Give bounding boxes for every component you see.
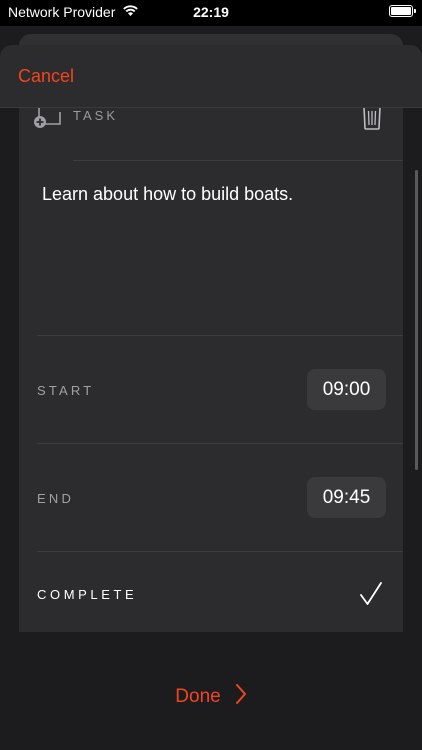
status-time: 22:19 [193, 4, 229, 20]
task-section-label: TASK [73, 108, 118, 123]
task-editor-card: TASK Learn about how to build boats. STA… [19, 100, 403, 632]
start-divider [37, 443, 403, 444]
done-button[interactable]: Done [0, 684, 422, 710]
end-label: END [37, 491, 75, 506]
task-text[interactable]: Learn about how to build boats. [42, 184, 293, 205]
cancel-button[interactable]: Cancel [18, 66, 74, 87]
end-time-button[interactable]: 09:45 [307, 477, 386, 518]
start-time-button[interactable]: 09:00 [307, 369, 386, 410]
checkmark-icon[interactable] [359, 582, 383, 611]
end-divider [37, 551, 403, 552]
start-label: START [37, 383, 95, 398]
status-bar: Network Provider 22:19 [0, 0, 422, 26]
scrollbar[interactable] [415, 170, 418, 470]
battery-icon [389, 5, 416, 17]
task-header-divider [73, 160, 403, 161]
task-body-divider [37, 335, 403, 336]
done-label: Done [175, 686, 221, 707]
trash-icon[interactable] [361, 104, 383, 135]
complete-label: COMPLETE [37, 587, 138, 602]
sheet-nav-bar: Cancel [0, 45, 422, 108]
chevron-right-icon [235, 684, 247, 710]
